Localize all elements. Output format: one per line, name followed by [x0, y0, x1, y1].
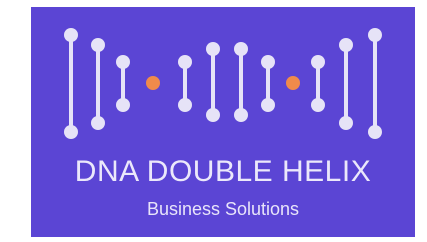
helix-rung: [234, 42, 248, 122]
helix-rung: [311, 55, 325, 112]
helix-rung: [339, 38, 353, 130]
helix-rung: [261, 55, 275, 112]
helix-crossover-dot: [286, 76, 300, 90]
brand-subtitle: Business Solutions: [146, 199, 300, 219]
dna-double-helix-icon: [64, 28, 382, 139]
helix-rung: [368, 28, 382, 139]
helix-rung: [64, 28, 78, 139]
helix-rung: [178, 55, 192, 112]
helix-rung: [91, 38, 105, 130]
helix-rung: [206, 42, 220, 122]
logo-panel: DNA DOUBLE HELIX Business Solutions: [31, 7, 415, 237]
helix-crossover-dot: [146, 76, 160, 90]
brand-title: DNA DOUBLE HELIX: [74, 155, 372, 188]
helix-rung: [116, 55, 130, 112]
